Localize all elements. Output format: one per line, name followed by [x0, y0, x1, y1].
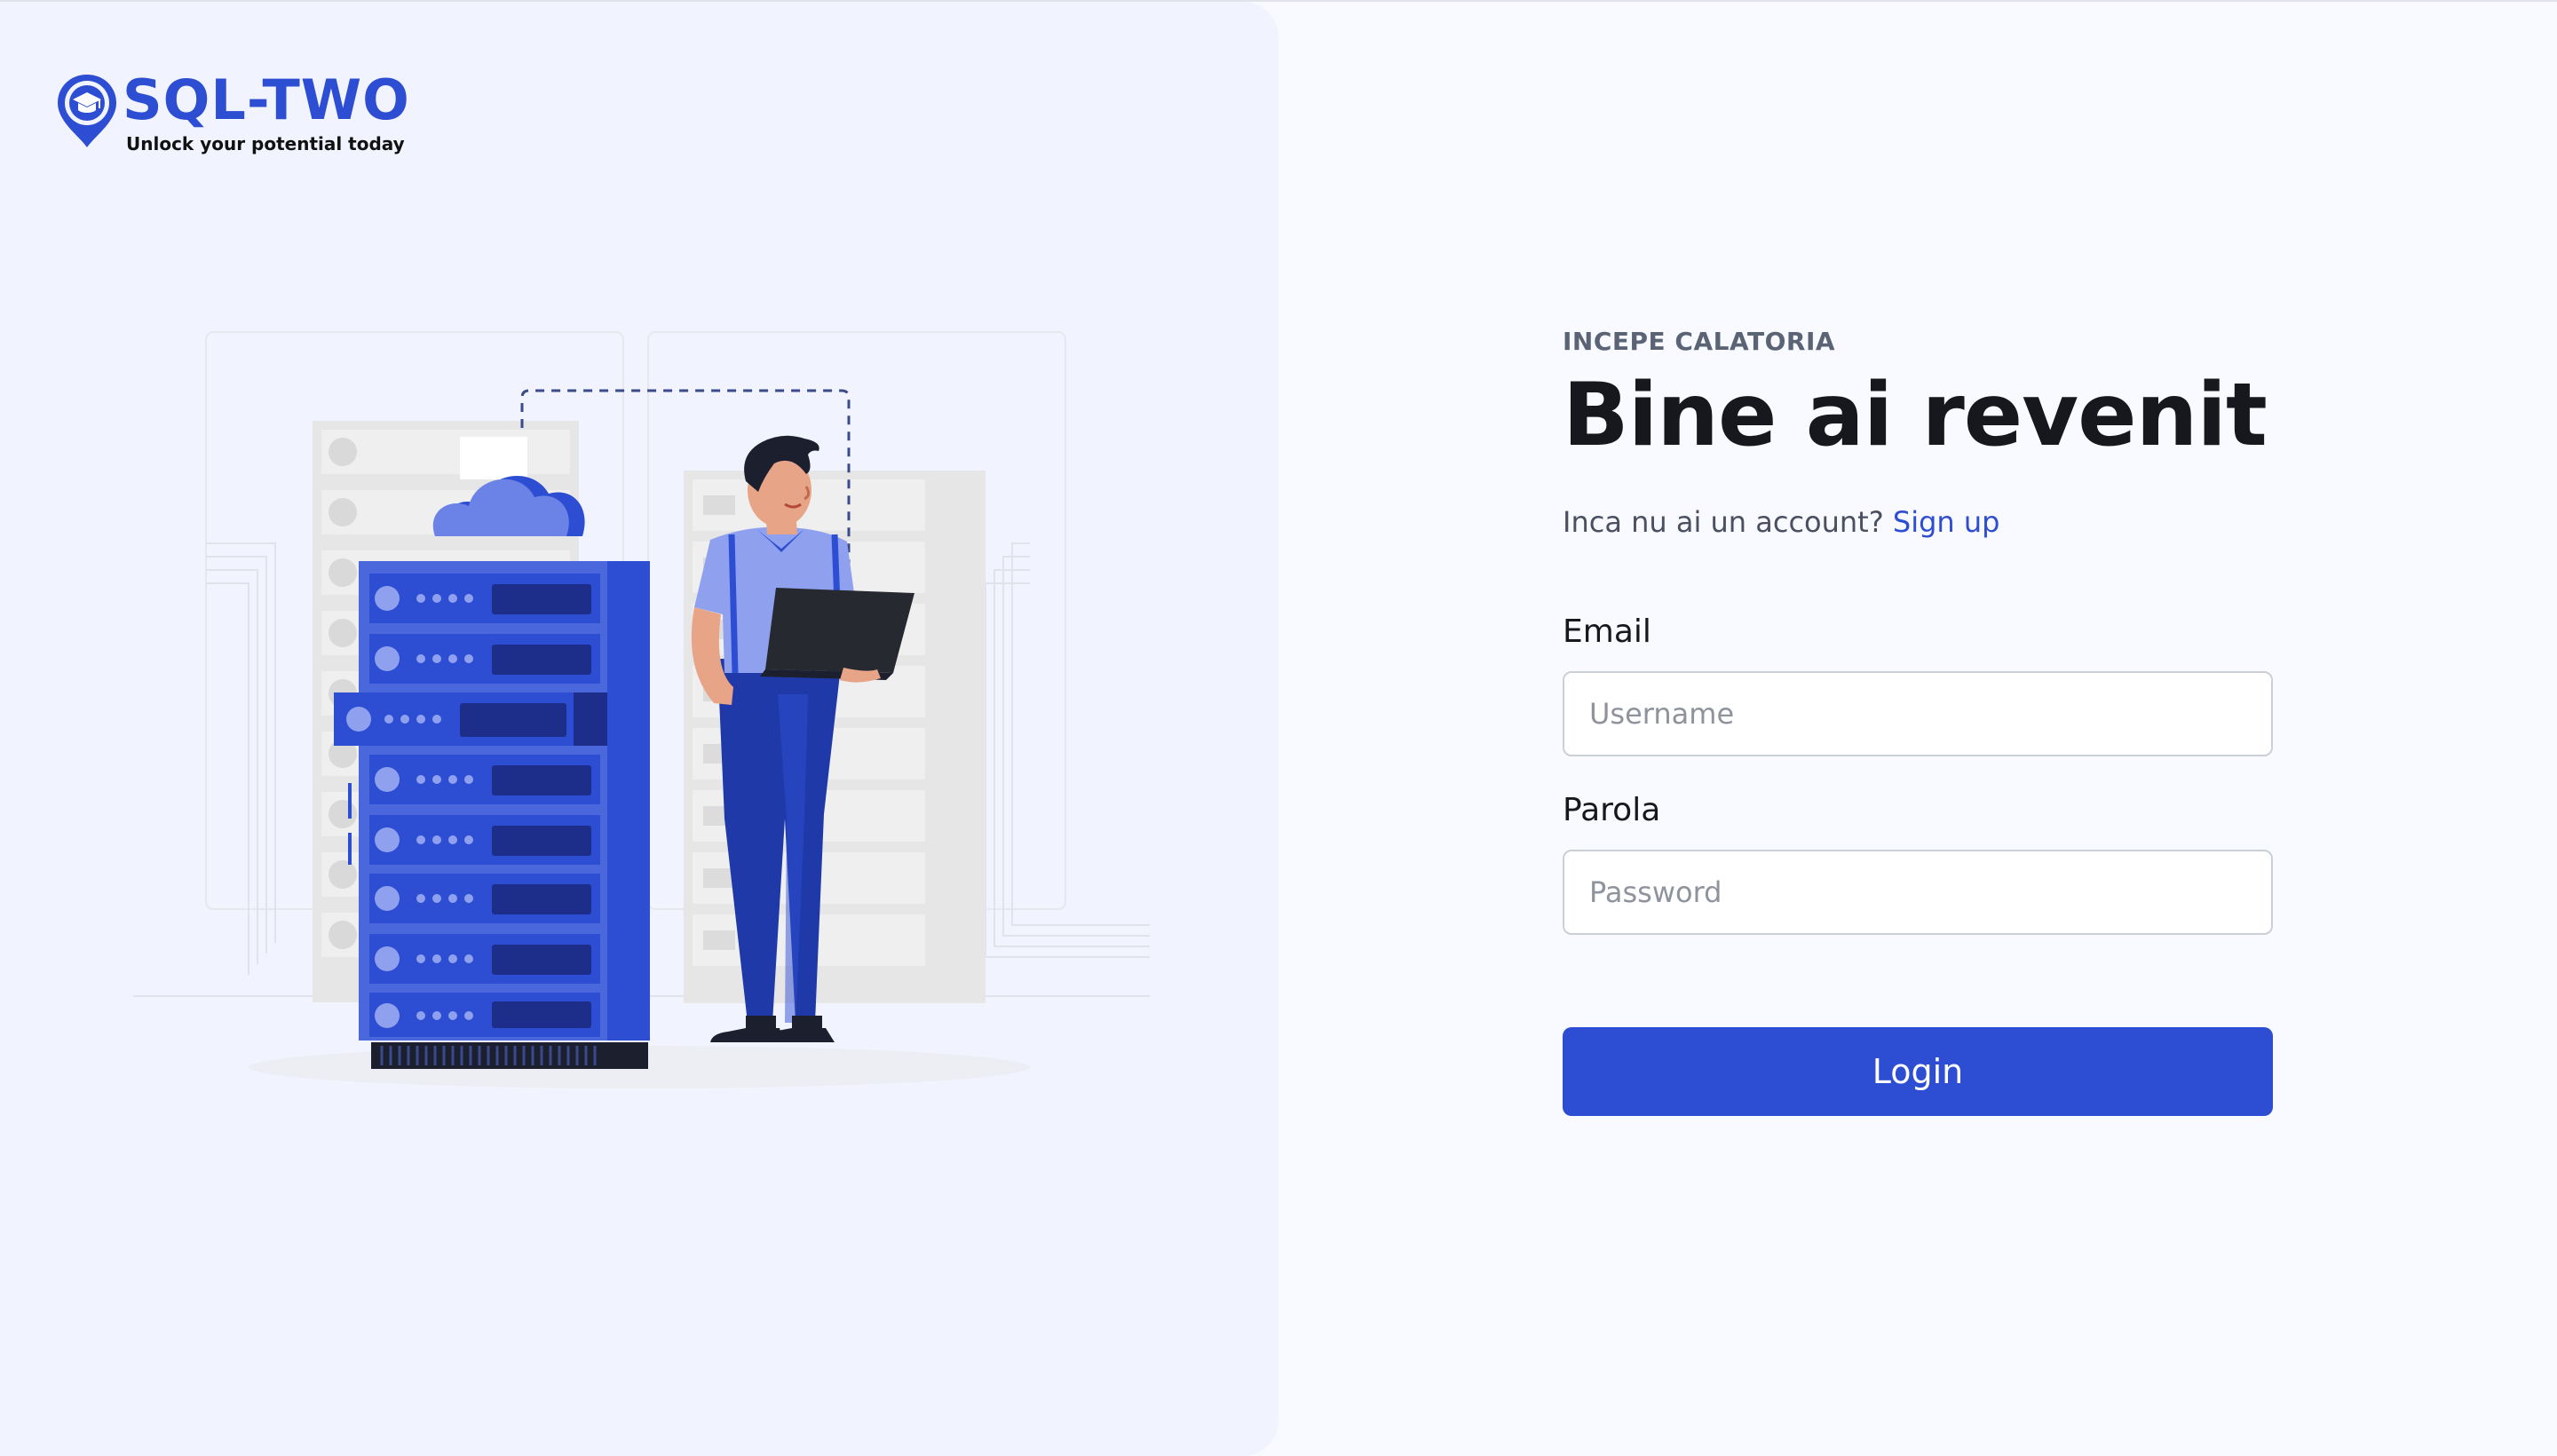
server-illustration	[133, 331, 1150, 1088]
login-page: SQL-TWO Unlock your potential today INCE…	[0, 0, 2557, 1456]
brand-name: SQL-TWO	[123, 67, 410, 132]
login-button[interactable]: Login	[1563, 1027, 2273, 1116]
login-form: INCEPE CALATORIA Bine ai revenit Inca nu…	[1563, 327, 2273, 1116]
signup-link[interactable]: Sign up	[1893, 505, 2000, 539]
form-eyebrow: INCEPE CALATORIA	[1563, 327, 1836, 356]
signup-prompt-line: Inca nu ai un account? Sign up	[1563, 505, 2273, 539]
brand-logo[interactable]: SQL-TWO Unlock your potential today	[55, 73, 410, 154]
brand-text: SQL-TWO Unlock your potential today	[123, 67, 410, 155]
email-label: Email	[1563, 613, 1651, 650]
brand-tagline: Unlock your potential today	[126, 133, 405, 154]
signup-prompt: Inca nu ai un account?	[1563, 505, 1884, 539]
email-field[interactable]	[1563, 671, 2273, 756]
page-title: Bine ai revenit	[1563, 365, 2268, 466]
brand-panel: SQL-TWO Unlock your potential today	[0, 2, 1278, 1456]
graduation-cap-pin-icon	[58, 75, 116, 147]
password-field[interactable]	[1563, 850, 2273, 935]
password-label: Parola	[1563, 792, 1661, 828]
